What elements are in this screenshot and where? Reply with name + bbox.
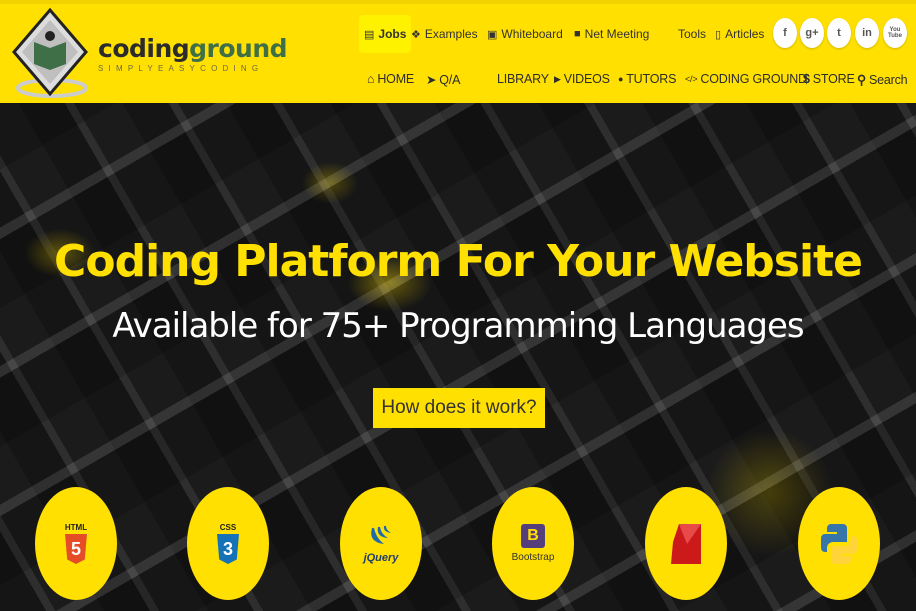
brand-tagline: SIMPLYEASYCODING [98, 64, 264, 73]
top-link-jobs[interactable]: ▤ Jobs [359, 15, 412, 53]
nav-label: HOME [377, 72, 415, 86]
briefcase-icon: ▤ [364, 28, 375, 41]
paper-plane-icon: ➤ [426, 73, 437, 87]
css3-icon: 3 [217, 534, 239, 564]
tech-python[interactable] [798, 487, 880, 600]
site-header: codingground SIMPLYEASYCODING ▤ Jobs ❖ Exa… [0, 0, 916, 103]
document-icon: ▯ [715, 28, 722, 41]
home-icon: ⌂ [367, 72, 375, 86]
how-does-it-work-button[interactable]: How does it work? [373, 388, 545, 428]
nav-home[interactable]: ⌂ HOME [367, 72, 414, 86]
logo[interactable]: codingground SIMPLYEASYCODING [10, 6, 288, 102]
linkedin-icon[interactable]: in [855, 18, 879, 48]
nav-qa[interactable]: ➤ Q/A [426, 72, 461, 88]
nav-library[interactable]: LIBRARY [497, 72, 549, 86]
jquery-label: jQuery [363, 551, 399, 564]
nav-search[interactable]: ⚲ Search [857, 72, 908, 88]
user-icon: ● [618, 74, 624, 84]
top-link-tools[interactable]: Tools [678, 15, 706, 53]
nav-coding-ground[interactable]: </> CODING GROUND [685, 72, 807, 86]
python-icon [821, 523, 857, 564]
logo-diamond-icon [12, 7, 88, 98]
top-link-articles[interactable]: ▯ Articles [715, 15, 764, 53]
top-link-label: Whiteboard [501, 27, 563, 41]
html-label: HTML [64, 523, 88, 532]
youtube-icon[interactable]: You Tube [883, 18, 907, 48]
play-icon: ▶ [554, 73, 561, 84]
brand-name-part2: ground [189, 34, 288, 63]
html5-icon: 5 [65, 534, 87, 564]
top-link-label: Examples [424, 27, 478, 41]
hero-title: Coding Platform For Your Website [54, 236, 863, 287]
hero-banner: Coding Platform For Your Website Availab… [0, 103, 916, 611]
bootstrap-label: Bootstrap [511, 552, 555, 563]
top-link-label: Jobs [378, 27, 407, 41]
whiteboard-icon: ▣ [487, 28, 498, 41]
top-link-label: Net Meeting [584, 27, 650, 41]
nav-tutors[interactable]: ● TUTORS [618, 72, 676, 86]
top-link-examples[interactable]: ❖ Examples [411, 15, 478, 53]
video-camera-icon: ■ [574, 28, 581, 40]
top-link-label: Articles [725, 27, 765, 41]
nav-label: Q/A [439, 72, 461, 87]
facebook-icon[interactable]: f [773, 18, 797, 48]
tech-ruby[interactable] [645, 487, 727, 600]
top-link-whiteboard[interactable]: ▣ Whiteboard [487, 15, 563, 53]
ruby-icon [671, 523, 701, 564]
css-label: CSS [219, 523, 237, 532]
brand-name: codingground [98, 34, 288, 63]
top-link-net-meeting[interactable]: ■ Net Meeting [574, 15, 649, 53]
tech-css[interactable]: CSS 3 [187, 487, 269, 600]
brand-name-part1: coding [98, 34, 190, 63]
nav-label: VIDEOS [563, 72, 610, 86]
bootstrap-icon: B [521, 524, 545, 548]
nav-label: CODING GROUND [700, 72, 807, 86]
dollar-icon: $ [803, 72, 810, 86]
google-plus-icon[interactable]: g+ [800, 18, 824, 48]
nav-store[interactable]: $ STORE [803, 72, 855, 86]
nav-label: Search [868, 72, 908, 87]
top-link-label: Tools [678, 27, 707, 41]
nav-label: STORE [812, 72, 855, 86]
hero-subtitle: Available for 75+ Programming Languages [112, 306, 804, 346]
tech-jquery[interactable]: jQuery [340, 487, 422, 600]
code-icon: </> [685, 74, 698, 84]
nav-label: LIBRARY [497, 72, 549, 86]
tech-html[interactable]: HTML 5 [35, 487, 117, 600]
search-icon: ⚲ [857, 73, 866, 87]
tech-bootstrap[interactable]: B Bootstrap [492, 487, 574, 600]
nav-label: TUTORS [626, 72, 677, 86]
twitter-icon[interactable]: t [827, 18, 851, 48]
jquery-icon [371, 525, 391, 544]
nav-videos[interactable]: ▶ VIDEOS [554, 72, 610, 86]
cubes-icon: ❖ [411, 28, 421, 41]
